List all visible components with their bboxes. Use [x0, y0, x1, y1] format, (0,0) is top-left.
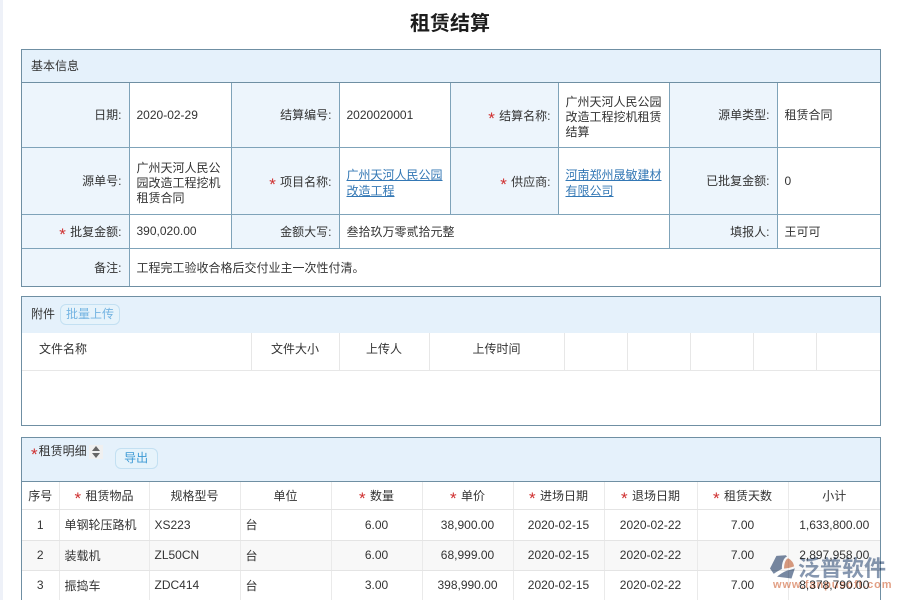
- svg-text:www.fanpusoft.com: www.fanpusoft.com: [772, 579, 892, 591]
